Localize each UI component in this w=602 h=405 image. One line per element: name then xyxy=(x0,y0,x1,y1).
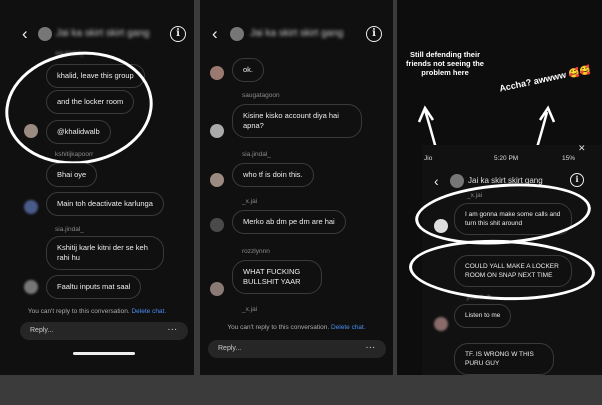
group-title: Jai ka skirt skirt gang xyxy=(56,28,150,39)
message-username: _x.jai xyxy=(242,306,258,313)
battery-level: 15% xyxy=(562,155,576,162)
message-bubble: Kisine kisko account diya hai apna? xyxy=(232,104,362,138)
home-indicator xyxy=(73,352,135,355)
back-arrow-icon[interactable]: ‹ xyxy=(212,24,218,44)
avatar xyxy=(210,218,224,232)
avatar xyxy=(24,200,38,214)
message-username: kshitijkapoorr xyxy=(55,151,94,158)
reply-placeholder: Reply... xyxy=(30,327,54,334)
reply-disabled-notice: You can't reply to this conversation. De… xyxy=(0,308,194,315)
reply-disabled-notice: You can't reply to this conversation. De… xyxy=(200,324,393,331)
message-bubble: who tf is doin this. xyxy=(232,163,314,187)
carrier-label: Jio xyxy=(424,155,433,162)
message-username: _x.jai xyxy=(242,198,258,205)
message-bubble: Kshitij karle kitni der se keh rahi hu xyxy=(46,236,164,270)
story-screenshot: Still defending their friends not seeing… xyxy=(397,0,602,375)
reply-input[interactable]: Reply... ··· xyxy=(208,340,386,358)
delete-chat-link[interactable]: Delete chat. xyxy=(131,308,166,315)
message-bubble: Bhai oye xyxy=(46,163,98,187)
more-icon[interactable]: ··· xyxy=(366,340,376,358)
message-bubble: Main toh deactivate karlunga xyxy=(46,192,164,216)
collage: ‹ Jai ka skirt skirt gang i sia.jindal_ … xyxy=(0,0,602,405)
group-avatar xyxy=(450,174,464,188)
more-icon[interactable]: ··· xyxy=(168,322,178,340)
avatar xyxy=(210,66,224,80)
close-icon[interactable]: ✕ xyxy=(578,143,586,154)
info-icon[interactable]: i xyxy=(366,26,382,42)
chat-header: ‹ Jai ka skirt skirt gang i xyxy=(0,22,194,50)
back-arrow-icon[interactable]: ‹ xyxy=(22,24,28,44)
group-avatar xyxy=(38,27,52,41)
chat-screenshot-1: ‹ Jai ka skirt skirt gang i sia.jindal_ … xyxy=(0,0,194,375)
avatar xyxy=(24,280,38,294)
message-bubble: WHAT FUCKING BULLSHIT YAAR xyxy=(232,260,322,294)
message-username: saugatagoon xyxy=(242,92,280,99)
chat-header: ‹ Jai ka skirt skirt gang i xyxy=(200,22,393,50)
message-username: sia.jindal_ xyxy=(242,151,271,158)
group-title: Jai ka skirt skirt gang xyxy=(250,28,344,39)
message-bubble: Merko ab dm pe dm are hai xyxy=(232,210,346,234)
group-avatar xyxy=(230,27,244,41)
delete-chat-link[interactable]: Delete chat. xyxy=(331,324,366,331)
avatar xyxy=(210,173,224,187)
reply-placeholder: Reply... xyxy=(218,345,242,352)
message-bubble: TF. IS WRONG W THIS PURU GUY xyxy=(454,343,554,375)
message-bubble: Listen to me xyxy=(454,304,512,328)
reply-input[interactable]: Reply... ··· xyxy=(20,322,188,340)
back-arrow-icon[interactable]: ‹ xyxy=(434,173,439,189)
message-username: rozzlynnn xyxy=(242,248,270,255)
notice-text: You can't reply to this conversation. xyxy=(27,308,130,315)
message-bubble: Faaltu inputs mat saal xyxy=(46,275,142,299)
chat-screenshot-2: ‹ Jai ka skirt skirt gang i ok. saugatag… xyxy=(200,0,393,375)
status-time: 5:20 PM xyxy=(494,155,519,162)
avatar xyxy=(434,317,448,331)
info-icon[interactable]: i xyxy=(170,26,186,42)
message-bubble: ok. xyxy=(232,58,265,82)
avatar xyxy=(210,124,224,138)
notice-text: You can't reply to this conversation. xyxy=(227,324,330,331)
message-username: sia.jindal_ xyxy=(55,226,84,233)
avatar xyxy=(210,282,224,296)
info-icon[interactable]: i xyxy=(570,173,584,187)
